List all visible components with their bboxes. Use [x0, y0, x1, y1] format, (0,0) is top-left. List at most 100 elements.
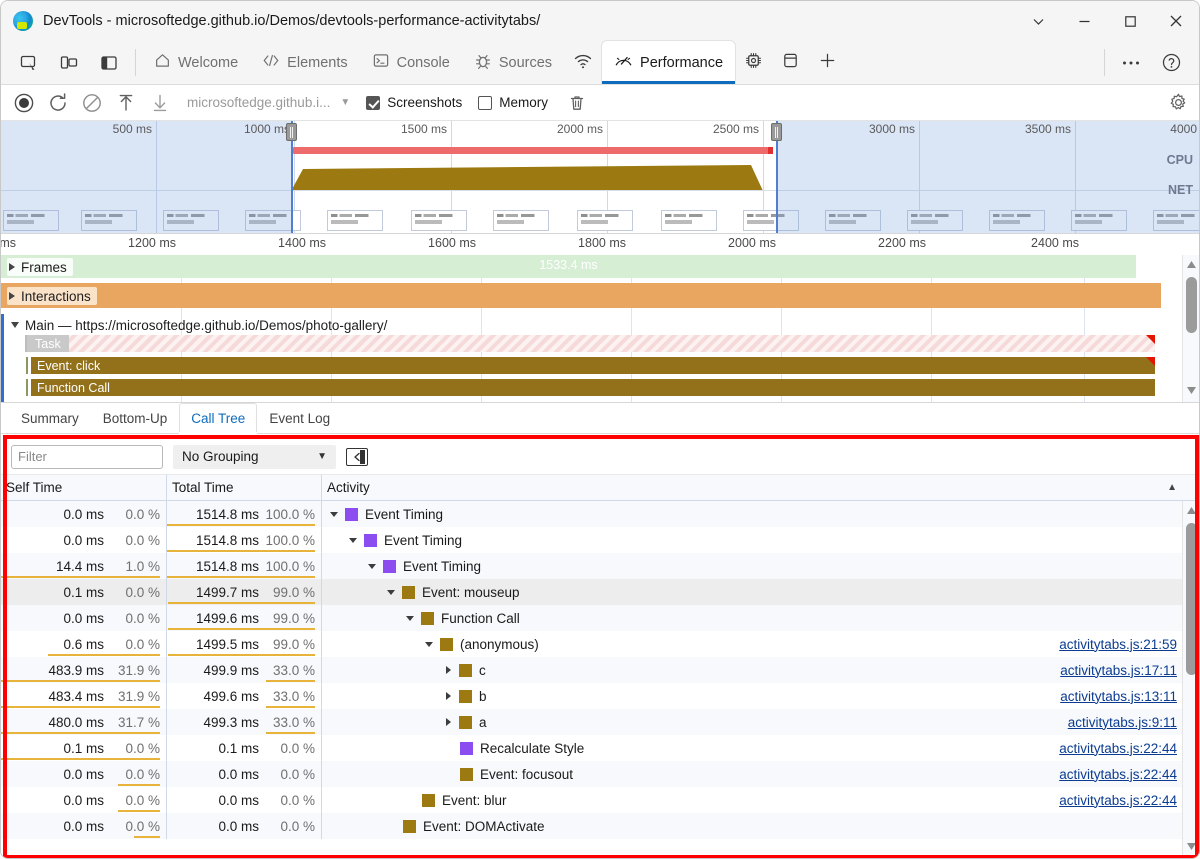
cell-total-time: 0.0 ms 0.0 %: [167, 761, 322, 787]
chevron-right-icon[interactable]: [446, 718, 451, 726]
chevron-down-icon[interactable]: ▼: [340, 97, 350, 108]
frames-track-title[interactable]: Frames: [7, 258, 73, 276]
call-tree-rows[interactable]: 0.0 ms 0.0 % 1514.8 ms 100.0 % Event Timing 0…: [1, 501, 1199, 858]
question-mark-icon[interactable]: [1154, 46, 1188, 80]
interactions-track-title[interactable]: Interactions: [7, 287, 97, 305]
chevron-down-icon[interactable]: [406, 615, 414, 621]
selection-left-handle[interactable]: [286, 123, 297, 141]
close-button[interactable]: [1153, 1, 1199, 41]
flame-chart[interactable]: 1533.4 ms Frames Interactions Main — htt…: [1, 234, 1199, 403]
minimize-button[interactable]: [1061, 1, 1107, 41]
frames-band[interactable]: 1533.4 ms: [1, 255, 1136, 278]
tab-summary[interactable]: Summary: [9, 403, 91, 433]
profile-selector-label[interactable]: microsoftedge.github.i...: [187, 95, 330, 110]
source-link[interactable]: activitytabs.js:22:44: [1059, 741, 1177, 756]
tab-memory[interactable]: [735, 41, 772, 84]
interactions-track[interactable]: Interactions: [1, 283, 1199, 311]
table-row[interactable]: 14.4 ms 1.0 % 1514.8 ms 100.0 % Event Timing: [1, 553, 1199, 579]
table-row[interactable]: 0.0 ms 0.0 % 0.0 ms 0.0 % Event: focusout act…: [1, 761, 1199, 787]
selection-right-handle[interactable]: [771, 123, 782, 141]
overview-cpu-label: CPU: [1166, 153, 1193, 167]
column-header-total-time[interactable]: Total Time: [167, 474, 322, 501]
flame-chart-scrollbar[interactable]: [1182, 255, 1199, 402]
flame-bar-function-call[interactable]: Function Call: [31, 379, 1155, 396]
tab-console[interactable]: Console: [360, 41, 462, 84]
call-tree-scrollbar[interactable]: [1182, 501, 1199, 858]
frames-track[interactable]: 1533.4 ms Frames: [1, 255, 1199, 281]
trash-icon[interactable]: [562, 88, 592, 118]
flame-bar-event-click[interactable]: Event: click: [31, 357, 1155, 374]
timeline-overview[interactable]: 500 ms 1000 ms 1500 ms 2000 ms 2500 ms 3…: [1, 121, 1199, 234]
tab-sources[interactable]: Sources: [462, 41, 564, 84]
ellipsis-icon[interactable]: [1114, 46, 1148, 80]
table-row[interactable]: 483.9 ms 31.9 % 499.9 ms 33.0 % c activitytab…: [1, 657, 1199, 683]
tab-bottom-up[interactable]: Bottom-Up: [91, 403, 180, 433]
more-window-options-button[interactable]: [1015, 1, 1061, 41]
cell-activity: c activitytabs.js:17:11: [322, 657, 1199, 683]
scroll-down-arrow-icon[interactable]: [1183, 839, 1199, 854]
interactions-band[interactable]: [1, 283, 1161, 308]
table-row[interactable]: 0.0 ms 0.0 % 1514.8 ms 100.0 % Event Timing: [1, 527, 1199, 553]
tab-call-tree[interactable]: Call Tree: [179, 403, 258, 434]
total-time-ms: 0.0 ms: [218, 766, 259, 782]
source-link[interactable]: activitytabs.js:22:44: [1059, 767, 1177, 782]
record-circle-icon[interactable]: [9, 88, 39, 118]
inspect-cursor-icon[interactable]: [12, 46, 46, 80]
tab-application[interactable]: [772, 41, 809, 84]
table-row[interactable]: 0.6 ms 0.0 % 1499.5 ms 99.0 % (anonymous) act…: [1, 631, 1199, 657]
flame-scroll-thumb[interactable]: [1186, 277, 1197, 333]
clear-slash-circle-icon[interactable]: [77, 88, 107, 118]
chevron-down-icon[interactable]: [425, 641, 433, 647]
dock-panel-icon[interactable]: [92, 46, 126, 80]
tab-performance[interactable]: Performance: [602, 41, 736, 84]
table-row[interactable]: 0.1 ms 0.0 % 1499.7 ms 99.0 % Event: mouseup: [1, 579, 1199, 605]
chevron-right-icon[interactable]: [446, 692, 451, 700]
gear-icon[interactable]: [1168, 92, 1189, 113]
main-track[interactable]: Main — https://microsoftedge.github.io/D…: [1, 314, 1199, 402]
scroll-down-arrow-icon[interactable]: [1183, 383, 1199, 398]
chevron-down-icon[interactable]: [387, 589, 395, 595]
tab-network[interactable]: [564, 41, 602, 84]
tab-elements[interactable]: Elements: [250, 41, 359, 84]
source-link[interactable]: activitytabs.js:22:44: [1059, 793, 1177, 808]
collapse-left-icon[interactable]: [346, 447, 368, 466]
cell-activity: b activitytabs.js:13:11: [322, 683, 1199, 709]
scroll-up-arrow-icon[interactable]: [1183, 503, 1199, 518]
download-arrow-icon[interactable]: [145, 88, 175, 118]
table-row[interactable]: 483.4 ms 31.9 % 499.6 ms 33.0 % b activitytab…: [1, 683, 1199, 709]
call-tree-scroll-thumb[interactable]: [1186, 523, 1197, 675]
filter-input[interactable]: Filter: [11, 444, 163, 469]
home-icon: [154, 52, 171, 73]
chevron-down-icon[interactable]: [368, 563, 376, 569]
chevron-down-icon[interactable]: [349, 537, 357, 543]
source-link[interactable]: activitytabs.js:13:11: [1060, 689, 1177, 704]
tab-event-log[interactable]: Event Log: [257, 403, 342, 433]
table-row[interactable]: 0.0 ms 0.0 % 1514.8 ms 100.0 % Event Timing: [1, 501, 1199, 527]
source-link[interactable]: activitytabs.js:9:11: [1068, 715, 1177, 730]
total-time-ms: 1514.8 ms: [195, 506, 259, 522]
memory-checkbox[interactable]: Memory: [478, 95, 548, 110]
main-track-title[interactable]: Main — https://microsoftedge.github.io/D…: [9, 316, 393, 334]
upload-arrow-icon[interactable]: [111, 88, 141, 118]
source-link[interactable]: activitytabs.js:17:11: [1060, 663, 1177, 678]
table-row[interactable]: 480.0 ms 31.7 % 499.3 ms 33.0 % a activitytab…: [1, 709, 1199, 735]
chevron-right-icon[interactable]: [446, 666, 451, 674]
maximize-button[interactable]: [1107, 1, 1153, 41]
cell-self-time: 0.0 ms 0.0 %: [1, 761, 167, 787]
column-header-self-time[interactable]: Self Time: [1, 474, 167, 501]
source-link[interactable]: activitytabs.js:21:59: [1059, 637, 1177, 652]
device-toolbar-icon[interactable]: [52, 46, 86, 80]
screenshots-checkbox[interactable]: Screenshots: [366, 95, 462, 110]
grouping-select[interactable]: No Grouping ▼: [173, 444, 336, 469]
add-panel-button[interactable]: [809, 41, 846, 84]
refresh-icon[interactable]: [43, 88, 73, 118]
table-row[interactable]: 0.0 ms 0.0 % 0.0 ms 0.0 % Event: blur activit…: [1, 787, 1199, 813]
table-row[interactable]: 0.1 ms 0.0 % 0.1 ms 0.0 % Recalculate Style a…: [1, 735, 1199, 761]
column-header-activity[interactable]: Activity ▲: [322, 480, 1199, 495]
tab-welcome[interactable]: Welcome: [142, 41, 250, 84]
table-row[interactable]: 0.0 ms 0.0 % 1499.6 ms 99.0 % Function Call: [1, 605, 1199, 631]
table-row[interactable]: 0.0 ms 0.0 % 0.0 ms 0.0 % Event: DOMActivate: [1, 813, 1199, 839]
scroll-up-arrow-icon[interactable]: [1183, 257, 1199, 272]
flame-bar-task[interactable]: Task: [27, 335, 1155, 352]
chevron-down-icon[interactable]: [330, 511, 338, 517]
